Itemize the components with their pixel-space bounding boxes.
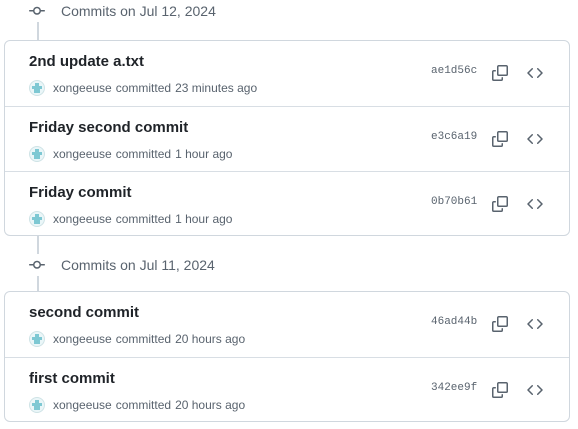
copy-icon (492, 65, 508, 81)
git-commit-icon (26, 0, 48, 22)
commit-author-link[interactable]: xongeeuse (53, 81, 112, 95)
commit-meta: xongeeuse committed 23 minutes ago (29, 79, 257, 97)
commit-sha-link[interactable]: 0b70b61 (431, 196, 477, 208)
commits-page: Commits on Jul 12, 2024 2nd update a.txt… (0, 0, 578, 429)
commit-row: first commit xongeeuse committed 20 hour… (5, 357, 569, 421)
commit-author-link[interactable]: xongeeuse (53, 398, 112, 412)
browse-repo-button[interactable] (525, 194, 545, 214)
commit-group-title: Commits on Jul 11, 2024 (61, 257, 215, 273)
commit-sha-link[interactable]: 46ad44b (431, 316, 477, 328)
commit-meta: xongeeuse committed 20 hours ago (29, 396, 245, 414)
commit-row: Friday second commit xongeeuse committed… (5, 106, 569, 171)
browse-repo-button[interactable] (525, 380, 545, 400)
avatar[interactable] (29, 146, 45, 162)
code-icon (527, 67, 543, 79)
copy-icon (492, 382, 508, 398)
commit-time: 1 hour ago (175, 212, 233, 226)
commit-list: second commit xongeeuse committed 20 hou… (4, 291, 570, 422)
commit-time: 23 minutes ago (175, 81, 258, 95)
commit-verb: committed (115, 332, 172, 346)
commit-group-header: Commits on Jul 12, 2024 (26, 0, 216, 22)
browse-repo-button[interactable] (525, 129, 545, 149)
commit-sha-link[interactable]: 342ee9f (431, 382, 477, 394)
commit-verb: committed (115, 147, 172, 161)
commit-message-link[interactable]: 2nd update a.txt (29, 53, 144, 70)
commit-message-link[interactable]: second commit (29, 304, 139, 321)
code-icon (527, 198, 543, 210)
commit-meta: xongeeuse committed 1 hour ago (29, 210, 232, 228)
git-commit-icon (26, 254, 48, 276)
commit-time: 20 hours ago (175, 398, 246, 412)
commit-author-link[interactable]: xongeeuse (53, 332, 112, 346)
commit-author-link[interactable]: xongeeuse (53, 147, 112, 161)
commit-time: 20 hours ago (175, 332, 246, 346)
browse-repo-button[interactable] (525, 314, 545, 334)
commit-sha-link[interactable]: e3c6a19 (431, 131, 477, 143)
commit-row: Friday commit xongeeuse committed 1 hour… (5, 171, 569, 235)
commit-group-title: Commits on Jul 12, 2024 (61, 3, 216, 19)
commit-row: second commit xongeeuse committed 20 hou… (5, 292, 569, 357)
copy-sha-button[interactable] (490, 314, 510, 334)
commit-meta: xongeeuse committed 1 hour ago (29, 145, 232, 163)
commit-verb: committed (115, 398, 172, 412)
avatar[interactable] (29, 211, 45, 227)
avatar[interactable] (29, 331, 45, 347)
copy-sha-button[interactable] (490, 194, 510, 214)
commit-sha-link[interactable]: ae1d56c (431, 65, 477, 77)
commit-message-link[interactable]: Friday second commit (29, 119, 188, 136)
copy-icon (492, 316, 508, 332)
avatar[interactable] (29, 397, 45, 413)
copy-sha-button[interactable] (490, 380, 510, 400)
commit-verb: committed (115, 81, 172, 95)
browse-repo-button[interactable] (525, 63, 545, 83)
copy-icon (492, 196, 508, 212)
commit-list: 2nd update a.txt xongeeuse committed 23 … (4, 40, 570, 236)
commit-author-link[interactable]: xongeeuse (53, 212, 112, 226)
commit-message-link[interactable]: Friday commit (29, 184, 132, 201)
commit-row: 2nd update a.txt xongeeuse committed 23 … (5, 41, 569, 106)
code-icon (527, 318, 543, 330)
commit-message-link[interactable]: first commit (29, 370, 115, 387)
copy-sha-button[interactable] (490, 63, 510, 83)
commit-group-header: Commits on Jul 11, 2024 (26, 254, 215, 276)
commit-verb: committed (115, 212, 172, 226)
copy-sha-button[interactable] (490, 129, 510, 149)
commit-time: 1 hour ago (175, 147, 233, 161)
avatar[interactable] (29, 80, 45, 96)
copy-icon (492, 131, 508, 147)
code-icon (527, 133, 543, 145)
code-icon (527, 384, 543, 396)
commit-meta: xongeeuse committed 20 hours ago (29, 330, 245, 348)
